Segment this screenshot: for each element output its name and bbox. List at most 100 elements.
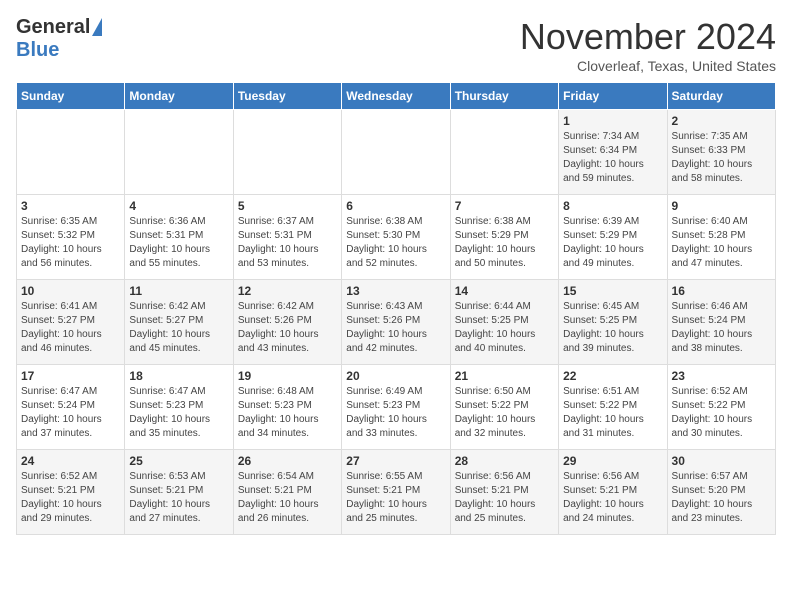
day-info: Sunrise: 6:49 AM Sunset: 5:23 PM Dayligh… [346,385,445,441]
day-info: Sunrise: 6:50 AM Sunset: 5:22 PM Dayligh… [455,385,554,441]
day-cell: 6 Sunrise: 6:38 AM Sunset: 5:30 PM Daylig… [342,195,450,280]
day-info: Sunrise: 6:42 AM Sunset: 5:26 PM Dayligh… [238,300,337,356]
day-number: 13 [346,284,445,298]
day-number: 29 [563,454,662,468]
logo-general-text: General [16,16,90,39]
day-info: Sunrise: 6:48 AM Sunset: 5:23 PM Dayligh… [238,385,337,441]
day-info: Sunrise: 6:56 AM Sunset: 5:21 PM Dayligh… [455,470,554,526]
location-subtitle: Cloverleaf, Texas, United States [520,58,776,74]
header-cell-wednesday: Wednesday [342,83,450,110]
day-cell: 8Sunrise: 6:39 AM Sunset: 5:29 PM Daylig… [559,195,667,280]
day-number: 5 [238,199,337,213]
day-info: Sunrise: 6:55 AM Sunset: 5:21 PM Dayligh… [346,470,445,526]
day-cell: 9 Sunrise: 6:40 AM Sunset: 5:28 PM Daylig… [667,195,775,280]
day-cell [233,110,341,195]
day-info: Sunrise: 6:46 AM Sunset: 5:24 PM Dayligh… [672,300,771,356]
header-cell-friday: Friday [559,83,667,110]
day-cell [125,110,233,195]
header: General Blue November 2024 Cloverleaf, T… [16,16,776,74]
day-info: Sunrise: 6:42 AM Sunset: 5:27 PM Dayligh… [129,300,228,356]
logo-triangle-icon [92,18,102,36]
day-number: 15 [563,284,662,298]
day-info: Sunrise: 6:38 AM Sunset: 5:30 PM Dayligh… [346,215,445,271]
calendar-table: SundayMondayTuesdayWednesdayThursdayFrid… [16,82,776,535]
day-info: Sunrise: 6:44 AM Sunset: 5:25 PM Dayligh… [455,300,554,356]
day-number: 7 [455,199,554,213]
day-info: Sunrise: 7:34 AM Sunset: 6:34 PM Dayligh… [563,130,662,186]
day-cell: 3 Sunrise: 6:35 AM Sunset: 5:32 PM Daylig… [17,195,125,280]
day-cell: 19 Sunrise: 6:48 AM Sunset: 5:23 PM Dayli… [233,365,341,450]
day-number: 22 [563,369,662,383]
day-cell: 20 Sunrise: 6:49 AM Sunset: 5:23 PM Dayli… [342,365,450,450]
day-cell: 15 Sunrise: 6:45 AM Sunset: 5:25 PM Dayli… [559,280,667,365]
day-number: 10 [21,284,120,298]
day-number: 8 [563,199,662,213]
header-cell-monday: Monday [125,83,233,110]
day-number: 2 [672,114,771,128]
day-cell: 22 Sunrise: 6:51 AM Sunset: 5:22 PM Dayli… [559,365,667,450]
day-cell: 17 Sunrise: 6:47 AM Sunset: 5:24 PM Dayli… [17,365,125,450]
day-number: 28 [455,454,554,468]
day-info: Sunrise: 6:51 AM Sunset: 5:22 PM Dayligh… [563,385,662,441]
day-number: 20 [346,369,445,383]
day-cell: 26Sunrise: 6:54 AM Sunset: 5:21 PM Dayli… [233,450,341,535]
day-info: Sunrise: 6:52 AM Sunset: 5:22 PM Dayligh… [672,385,771,441]
day-cell: 21 Sunrise: 6:50 AM Sunset: 5:22 PM Dayli… [450,365,558,450]
day-cell: 14 Sunrise: 6:44 AM Sunset: 5:25 PM Dayli… [450,280,558,365]
week-row-3: 17 Sunrise: 6:47 AM Sunset: 5:24 PM Dayli… [17,365,776,450]
day-cell: 5Sunrise: 6:37 AM Sunset: 5:31 PM Daylig… [233,195,341,280]
day-info: Sunrise: 6:52 AM Sunset: 5:21 PM Dayligh… [21,470,120,526]
day-cell: 24 Sunrise: 6:52 AM Sunset: 5:21 PM Dayli… [17,450,125,535]
day-cell: 27 Sunrise: 6:55 AM Sunset: 5:21 PM Dayli… [342,450,450,535]
day-cell: 7Sunrise: 6:38 AM Sunset: 5:29 PM Daylig… [450,195,558,280]
day-number: 21 [455,369,554,383]
day-number: 1 [563,114,662,128]
week-row-4: 24 Sunrise: 6:52 AM Sunset: 5:21 PM Dayli… [17,450,776,535]
day-number: 30 [672,454,771,468]
calendar-body: 1 Sunrise: 7:34 AM Sunset: 6:34 PM Daylig… [17,110,776,535]
day-info: Sunrise: 6:43 AM Sunset: 5:26 PM Dayligh… [346,300,445,356]
day-number: 6 [346,199,445,213]
day-cell: 25 Sunrise: 6:53 AM Sunset: 5:21 PM Dayli… [125,450,233,535]
header-cell-tuesday: Tuesday [233,83,341,110]
calendar-container: General Blue November 2024 Cloverleaf, T… [0,0,792,543]
day-info: Sunrise: 6:35 AM Sunset: 5:32 PM Dayligh… [21,215,120,271]
day-info: Sunrise: 6:54 AM Sunset: 5:21 PM Dayligh… [238,470,337,526]
day-cell: 2Sunrise: 7:35 AM Sunset: 6:33 PM Daylig… [667,110,775,195]
day-info: Sunrise: 6:36 AM Sunset: 5:31 PM Dayligh… [129,215,228,271]
week-row-0: 1 Sunrise: 7:34 AM Sunset: 6:34 PM Daylig… [17,110,776,195]
day-info: Sunrise: 6:47 AM Sunset: 5:23 PM Dayligh… [129,385,228,441]
day-cell [342,110,450,195]
day-info: Sunrise: 6:56 AM Sunset: 5:21 PM Dayligh… [563,470,662,526]
day-cell: 4 Sunrise: 6:36 AM Sunset: 5:31 PM Daylig… [125,195,233,280]
day-number: 25 [129,454,228,468]
week-row-2: 10 Sunrise: 6:41 AM Sunset: 5:27 PM Dayli… [17,280,776,365]
day-cell: 1 Sunrise: 7:34 AM Sunset: 6:34 PM Daylig… [559,110,667,195]
day-info: Sunrise: 6:40 AM Sunset: 5:28 PM Dayligh… [672,215,771,271]
day-number: 18 [129,369,228,383]
day-number: 23 [672,369,771,383]
day-number: 17 [21,369,120,383]
day-info: Sunrise: 6:45 AM Sunset: 5:25 PM Dayligh… [563,300,662,356]
day-cell: 11Sunrise: 6:42 AM Sunset: 5:27 PM Dayli… [125,280,233,365]
day-number: 12 [238,284,337,298]
day-cell: 16 Sunrise: 6:46 AM Sunset: 5:24 PM Dayli… [667,280,775,365]
day-number: 4 [129,199,228,213]
day-number: 3 [21,199,120,213]
calendar-header: SundayMondayTuesdayWednesdayThursdayFrid… [17,83,776,110]
day-cell: 10 Sunrise: 6:41 AM Sunset: 5:27 PM Dayli… [17,280,125,365]
day-number: 14 [455,284,554,298]
day-info: Sunrise: 6:57 AM Sunset: 5:20 PM Dayligh… [672,470,771,526]
day-cell: 23 Sunrise: 6:52 AM Sunset: 5:22 PM Dayli… [667,365,775,450]
day-number: 19 [238,369,337,383]
day-number: 24 [21,454,120,468]
day-number: 27 [346,454,445,468]
day-number: 16 [672,284,771,298]
title-block: November 2024 Cloverleaf, Texas, United … [520,16,776,74]
day-info: Sunrise: 6:53 AM Sunset: 5:21 PM Dayligh… [129,470,228,526]
day-number: 9 [672,199,771,213]
day-info: Sunrise: 6:41 AM Sunset: 5:27 PM Dayligh… [21,300,120,356]
day-info: Sunrise: 6:47 AM Sunset: 5:24 PM Dayligh… [21,385,120,441]
logo: General Blue [16,16,102,62]
month-title: November 2024 [520,16,776,58]
